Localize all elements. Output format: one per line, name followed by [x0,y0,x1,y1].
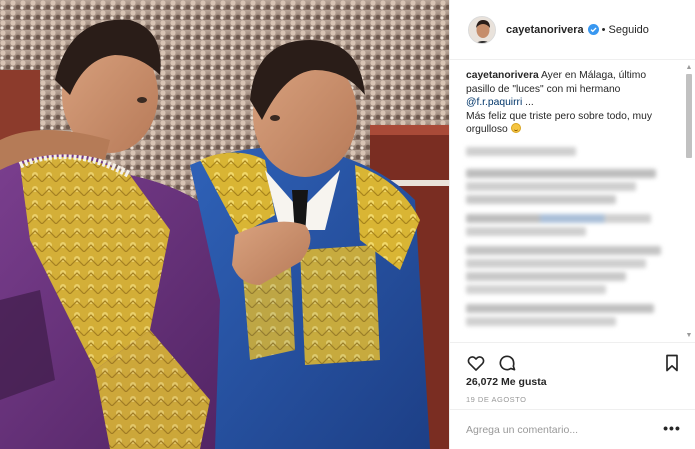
post-header: cayetanorivera • Seguido [450,0,695,60]
caption-mention-link[interactable]: @f.r.paquirri [466,97,522,108]
caption-ellipsis: ... [522,97,534,108]
caption-username-link[interactable]: cayetanorivera [466,70,539,81]
caption-text-line-2: Más feliz que triste pero sobre todo, mu… [466,110,653,136]
heart-icon[interactable] [466,353,486,373]
post-date[interactable]: 19 DE AGOSTO [466,395,526,404]
redacted-comment [466,213,672,236]
bookmark-icon[interactable] [662,353,682,373]
ellipsis-icon[interactable]: ••• [662,421,682,435]
avatar-image [469,16,495,43]
redacted-comment [466,303,672,326]
header-text: cayetanorivera • Seguido [506,24,649,36]
redacted-comment [466,245,672,294]
post-photo[interactable] [0,0,449,449]
header-separator: • [601,23,606,36]
instagram-post: cayetanorivera • Seguido cayetanorivera … [0,0,695,449]
scroll-up-arrow-icon[interactable]: ▲ [685,64,693,72]
scroll-down-arrow-icon[interactable]: ▼ [685,332,693,340]
likes-count[interactable]: 26,072 Me gusta [466,376,547,388]
add-comment-input[interactable]: Agrega un comentario... [466,424,662,436]
redacted-load-more [466,146,576,159]
post-side-panel: cayetanorivera • Seguido cayetanorivera … [449,0,695,449]
smiling-face-emoji-icon [510,123,521,133]
verified-badge-icon [587,24,599,35]
post-caption: cayetanorivera Ayer en Málaga, último pa… [466,69,672,137]
follow-status-button[interactable]: Seguido [609,24,649,36]
redacted-comment [466,168,672,204]
avatar[interactable] [468,15,496,44]
speech-bubble-icon[interactable] [497,353,517,373]
post-photo-image [0,0,449,449]
add-comment-bar: Agrega un comentario... ••• [450,409,695,449]
post-actions [450,342,695,380]
comments-list[interactable]: cayetanorivera Ayer en Málaga, último pa… [450,61,695,341]
username-link[interactable]: cayetanorivera [506,24,584,36]
scroll-thumb[interactable] [686,74,692,158]
comments-scrollbar[interactable]: ▲ ▼ [685,64,693,340]
